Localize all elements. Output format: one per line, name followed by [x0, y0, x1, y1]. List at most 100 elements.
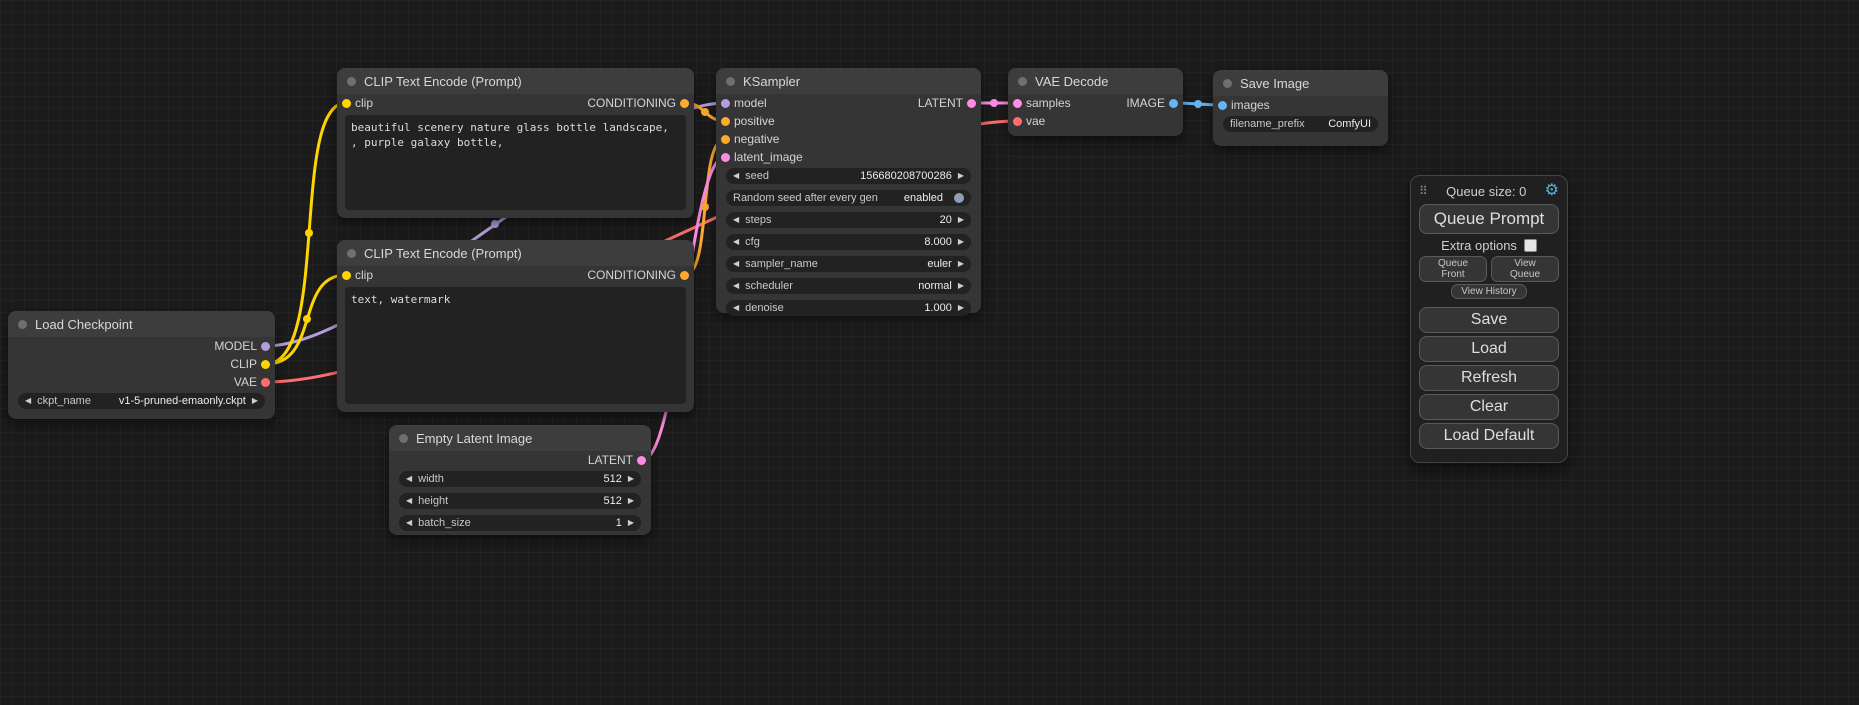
widget-sampler-name[interactable]: ◀ sampler_name euler ▶: [726, 256, 971, 272]
widget-seed[interactable]: ◀ seed 156680208700286 ▶: [726, 168, 971, 184]
input-slot-clip[interactable]: [342, 271, 351, 280]
collapse-dot-icon[interactable]: [347, 249, 356, 258]
node-title-bar[interactable]: VAE Decode: [1008, 68, 1183, 94]
node-load-checkpoint[interactable]: Load Checkpoint MODEL CLIP VAE ◀ ckpt_na…: [8, 311, 275, 419]
widget-value: 1: [616, 517, 622, 529]
node-title-bar[interactable]: KSampler: [716, 68, 981, 94]
widget-steps[interactable]: ◀ steps 20 ▶: [726, 212, 971, 228]
collapse-dot-icon[interactable]: [399, 434, 408, 443]
input-slot-positive[interactable]: [721, 117, 730, 126]
input-slot-clip[interactable]: [342, 99, 351, 108]
input-slot-vae[interactable]: [1013, 117, 1022, 126]
save-button[interactable]: Save: [1419, 307, 1559, 333]
widget-denoise[interactable]: ◀ denoise 1.000 ▶: [726, 300, 971, 316]
clear-button[interactable]: Clear: [1419, 394, 1559, 420]
output-slot-image[interactable]: [1169, 99, 1178, 108]
queue-size-label: Queue size: 0: [1428, 184, 1545, 199]
collapse-dot-icon[interactable]: [347, 77, 356, 86]
link-dot-clip-2: [303, 315, 311, 323]
arrow-right-icon[interactable]: ▶: [628, 519, 634, 527]
node-vae-decode[interactable]: VAE Decode samples IMAGE vae: [1008, 68, 1183, 136]
arrow-right-icon[interactable]: ▶: [958, 304, 964, 312]
widget-batch-size[interactable]: ◀ batch_size 1 ▶: [399, 515, 641, 531]
collapse-dot-icon[interactable]: [1018, 77, 1027, 86]
slot-row: model LATENT: [716, 94, 981, 112]
collapse-dot-icon[interactable]: [1223, 79, 1232, 88]
node-clip-text-encode-positive[interactable]: CLIP Text Encode (Prompt) clip CONDITION…: [337, 68, 694, 218]
output-slot-conditioning[interactable]: [680, 271, 689, 280]
arrow-left-icon[interactable]: ◀: [406, 497, 412, 505]
widget-value: enabled: [904, 192, 943, 204]
widget-height[interactable]: ◀ height 512 ▶: [399, 493, 641, 509]
arrow-left-icon[interactable]: ◀: [733, 172, 739, 180]
arrow-left-icon[interactable]: ◀: [733, 238, 739, 246]
view-history-row: View History: [1419, 284, 1559, 299]
collapse-dot-icon[interactable]: [726, 77, 735, 86]
prompt-textarea[interactable]: text, watermark: [345, 287, 686, 404]
widget-ckpt-name[interactable]: ◀ ckpt_name v1-5-pruned-emaonly.ckpt ▶: [18, 393, 265, 409]
node-save-image[interactable]: Save Image images filename_prefix ComfyU…: [1213, 70, 1388, 146]
input-label: vae: [1026, 114, 1045, 128]
arrow-right-icon[interactable]: ▶: [958, 216, 964, 224]
output-slot-vae[interactable]: [261, 378, 270, 387]
node-title: CLIP Text Encode (Prompt): [364, 246, 522, 261]
input-slot-model[interactable]: [721, 99, 730, 108]
output-slot-model[interactable]: [261, 342, 270, 351]
widget-random-seed-toggle[interactable]: Random seed after every gen enabled: [726, 190, 971, 206]
widget-value: euler: [927, 258, 951, 270]
arrow-left-icon[interactable]: ◀: [406, 475, 412, 483]
node-empty-latent-image[interactable]: Empty Latent Image LATENT ◀ width 512 ▶ …: [389, 425, 651, 535]
arrow-right-icon[interactable]: ▶: [628, 475, 634, 483]
node-clip-text-encode-negative[interactable]: CLIP Text Encode (Prompt) clip CONDITION…: [337, 240, 694, 412]
node-ksampler[interactable]: KSampler model LATENT positive negative …: [716, 68, 981, 313]
queue-front-button[interactable]: Queue Front: [1419, 256, 1487, 282]
arrow-right-icon[interactable]: ▶: [958, 238, 964, 246]
arrow-right-icon[interactable]: ▶: [958, 260, 964, 268]
view-queue-button[interactable]: View Queue: [1491, 256, 1559, 282]
node-title-bar[interactable]: CLIP Text Encode (Prompt): [337, 240, 694, 266]
arrow-right-icon[interactable]: ▶: [628, 497, 634, 505]
widget-scheduler[interactable]: ◀ scheduler normal ▶: [726, 278, 971, 294]
slot-row: MODEL: [8, 337, 275, 355]
widget-width[interactable]: ◀ width 512 ▶: [399, 471, 641, 487]
output-slot-latent[interactable]: [637, 456, 646, 465]
output-slot-clip[interactable]: [261, 360, 270, 369]
arrow-left-icon[interactable]: ◀: [733, 260, 739, 268]
input-slot-samples[interactable]: [1013, 99, 1022, 108]
arrow-right-icon[interactable]: ▶: [958, 282, 964, 290]
node-title: Empty Latent Image: [416, 431, 532, 446]
settings-gear-icon[interactable]: ⚙: [1545, 183, 1559, 199]
widget-value: 156680208700286: [860, 170, 952, 182]
arrow-left-icon[interactable]: ◀: [733, 282, 739, 290]
refresh-button[interactable]: Refresh: [1419, 365, 1559, 391]
arrow-left-icon[interactable]: ◀: [733, 304, 739, 312]
view-history-button[interactable]: View History: [1451, 284, 1527, 299]
output-slot-conditioning[interactable]: [680, 99, 689, 108]
node-title-bar[interactable]: Load Checkpoint: [8, 311, 275, 337]
node-title-bar[interactable]: Empty Latent Image: [389, 425, 651, 451]
collapse-dot-icon[interactable]: [18, 320, 27, 329]
toggle-knob-icon[interactable]: [954, 193, 964, 203]
output-label: CONDITIONING: [587, 96, 676, 110]
widget-cfg[interactable]: ◀ cfg 8.000 ▶: [726, 234, 971, 250]
arrow-left-icon[interactable]: ◀: [406, 519, 412, 527]
arrow-right-icon[interactable]: ▶: [958, 172, 964, 180]
extra-options-checkbox[interactable]: [1524, 239, 1537, 252]
arrow-left-icon[interactable]: ◀: [25, 397, 31, 405]
arrow-right-icon[interactable]: ▶: [252, 397, 258, 405]
widget-filename-prefix[interactable]: filename_prefix ComfyUI: [1223, 116, 1378, 132]
queue-prompt-button[interactable]: Queue Prompt: [1419, 204, 1559, 234]
arrow-left-icon[interactable]: ◀: [733, 216, 739, 224]
node-title-bar[interactable]: CLIP Text Encode (Prompt): [337, 68, 694, 94]
input-slot-images[interactable]: [1218, 101, 1227, 110]
input-slot-negative[interactable]: [721, 135, 730, 144]
drag-handle-icon[interactable]: ⠿: [1419, 184, 1428, 198]
prompt-textarea[interactable]: beautiful scenery nature glass bottle la…: [345, 115, 686, 210]
output-slot-latent[interactable]: [967, 99, 976, 108]
input-slot-latent-image[interactable]: [721, 153, 730, 162]
load-button[interactable]: Load: [1419, 336, 1559, 362]
node-title-bar[interactable]: Save Image: [1213, 70, 1388, 96]
output-label: VAE: [234, 375, 257, 389]
queue-panel-header: ⠿ Queue size: 0 ⚙: [1419, 181, 1559, 201]
load-default-button[interactable]: Load Default: [1419, 423, 1559, 449]
